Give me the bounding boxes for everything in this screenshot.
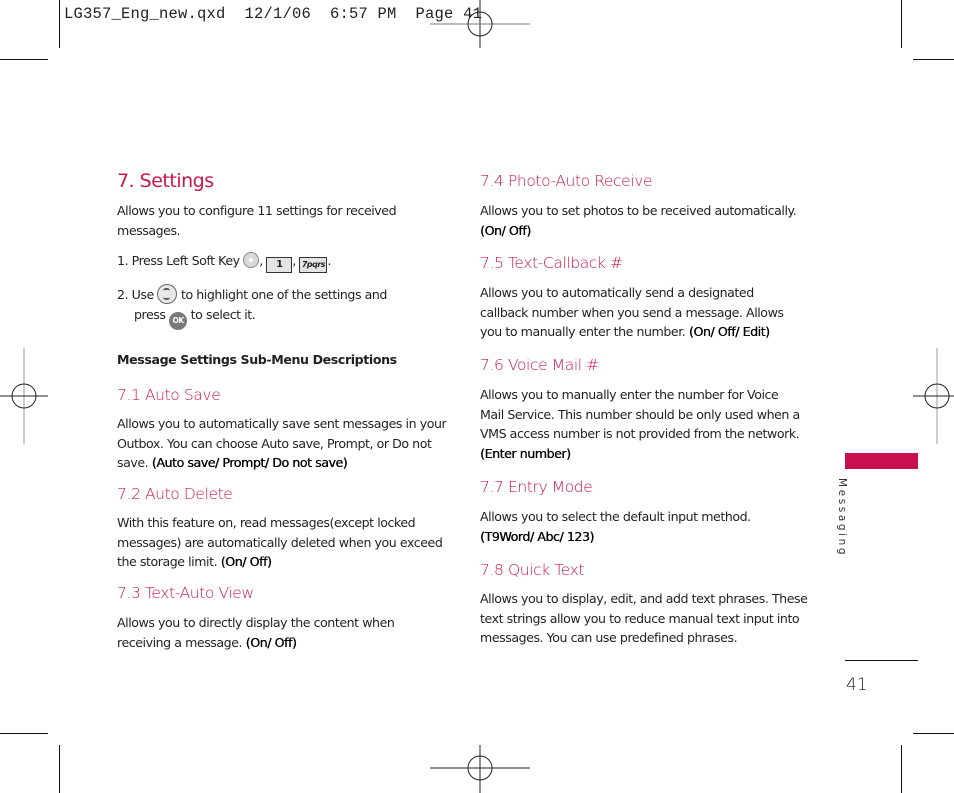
item-options: (On/ Off) xyxy=(245,634,297,650)
item-options: (On/ Off) xyxy=(220,554,272,570)
crop-mark xyxy=(0,59,48,60)
ok-key-icon: OK xyxy=(169,311,188,330)
item-options: (On/ Off/ Edit) xyxy=(688,324,770,340)
item-title-voice-mail: 7.6 Voice Mail # xyxy=(480,356,599,374)
navigation-key-icon xyxy=(157,284,178,304)
item-desc-photo-auto-receive: Allows you to set photos to be received … xyxy=(480,203,797,238)
crop-mark xyxy=(913,59,954,60)
page-number: 41 xyxy=(846,675,868,695)
section-intro: Allows you to configure 11 settings for … xyxy=(117,203,397,238)
registration-mark-icon xyxy=(430,0,530,48)
crop-mark xyxy=(59,745,60,793)
page-number-rule xyxy=(845,660,918,661)
item-options: (T9Word/ Abc/ 123) xyxy=(480,528,594,544)
item-desc-entry-mode: Allows you to select the default input m… xyxy=(480,509,751,544)
section-title: 7. Settings xyxy=(117,170,214,192)
item-desc-text-auto-view: Allows you to directly display the conte… xyxy=(117,615,395,650)
item-options: (Auto save/ Prompt/ Do not save) xyxy=(151,455,348,471)
item-desc-voice-mail: Allows you to manually enter the number … xyxy=(480,387,800,461)
section-tab-marker xyxy=(845,453,918,469)
item-title-text-auto-view: 7.3 Text-Auto View xyxy=(117,584,254,602)
item-desc-text-callback: Allows you to automatically send a desig… xyxy=(480,285,784,340)
registration-mark-icon xyxy=(430,745,530,793)
crop-mark xyxy=(59,0,60,48)
step-1-text: 1. Press Left Soft Key xyxy=(117,253,240,268)
step-2: 2. Use to highlight one of the settings … xyxy=(117,284,447,330)
item-title-entry-mode: 7.7 Entry Mode xyxy=(480,478,593,496)
file-slug: LG357_Eng_new.qxd 12/1/06 6:57 PM Page 4… xyxy=(64,5,483,23)
item-title-auto-save: 7.1 Auto Save xyxy=(117,386,221,404)
item-title-quick-text: 7.8 Quick Text xyxy=(480,561,585,579)
item-title-auto-delete: 7.2 Auto Delete xyxy=(117,485,233,503)
item-desc-quick-text: Allows you to display, edit, and add tex… xyxy=(480,591,808,646)
item-options: (Enter number) xyxy=(480,445,571,461)
crop-mark xyxy=(901,0,902,48)
crop-mark xyxy=(913,733,954,734)
item-desc-auto-delete: With this feature on, read messages(exce… xyxy=(117,515,443,570)
item-title-text-callback: 7.5 Text-Callback # xyxy=(480,254,623,272)
item-options: (On/ Off) xyxy=(480,222,531,238)
key-7-icon: 7pqrs xyxy=(299,257,328,273)
crop-mark xyxy=(901,745,902,793)
step-1: 1. Press Left Soft Key , 1, 7pqrs. xyxy=(117,251,447,273)
item-desc-auto-save: Allows you to automatically save sent me… xyxy=(117,416,447,471)
item-title-photo-auto-receive: 7.4 Photo-Auto Receive xyxy=(480,172,653,190)
section-tab-label: Messaging xyxy=(836,478,848,558)
left-soft-key-icon xyxy=(243,252,260,268)
key-1-icon: 1 xyxy=(266,257,293,273)
registration-mark-icon xyxy=(913,348,954,444)
crop-mark xyxy=(0,733,48,734)
registration-mark-icon xyxy=(0,348,48,444)
sub-menu-heading: Message Settings Sub-Menu Descriptions xyxy=(117,352,397,367)
